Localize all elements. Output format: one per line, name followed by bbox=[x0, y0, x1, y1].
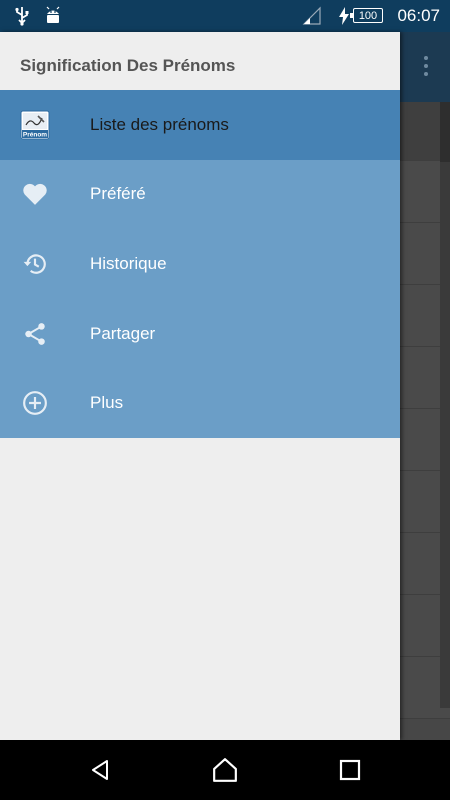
menu-item-partager[interactable]: Partager bbox=[0, 299, 400, 369]
heart-icon bbox=[20, 179, 50, 209]
menu-item-label: Liste des prénoms bbox=[90, 114, 229, 134]
menu-item-label: Historique bbox=[90, 253, 167, 273]
usb-icon bbox=[14, 0, 30, 32]
menu-item-historique[interactable]: Historique bbox=[0, 229, 400, 299]
drawer-header: Signification Des Prénoms bbox=[0, 32, 400, 90]
scrollbar[interactable] bbox=[440, 102, 450, 708]
menu-item-label: Partager bbox=[90, 323, 156, 343]
recent-apps-icon bbox=[339, 759, 361, 781]
navigation-bar bbox=[0, 740, 450, 800]
book-icon: Prénom bbox=[20, 110, 50, 140]
recent-apps-button[interactable] bbox=[335, 755, 365, 785]
navigation-drawer: Signification Des Prénoms Prénom Liste d… bbox=[0, 32, 400, 740]
share-icon bbox=[20, 319, 50, 349]
drawer-title: Signification Des Prénoms bbox=[20, 56, 236, 75]
drawer-menu: Prénom Liste des prénoms Préféré Histori… bbox=[0, 90, 400, 438]
menu-item-prefere[interactable]: Préféré bbox=[0, 160, 400, 230]
menu-item-liste-des-prenoms[interactable]: Prénom Liste des prénoms bbox=[0, 90, 400, 160]
home-button[interactable] bbox=[210, 755, 240, 785]
signal-icon bbox=[302, 0, 322, 32]
overflow-menu-icon[interactable] bbox=[424, 56, 428, 80]
back-button[interactable] bbox=[85, 755, 115, 785]
logo-text: Prénom bbox=[23, 131, 47, 138]
battery-indicator: 100 bbox=[350, 8, 383, 23]
status-time: 06:07 bbox=[397, 6, 440, 25]
history-icon bbox=[20, 249, 50, 279]
menu-item-label: Préféré bbox=[90, 184, 146, 204]
menu-item-label: Plus bbox=[90, 393, 124, 413]
status-bar: 100 06:07 bbox=[0, 0, 450, 32]
android-icon bbox=[44, 0, 62, 32]
menu-item-plus[interactable]: Plus bbox=[0, 368, 400, 438]
back-icon bbox=[92, 760, 108, 780]
charging-icon bbox=[338, 0, 350, 32]
app-toolbar bbox=[400, 32, 450, 102]
plus-circle-icon bbox=[20, 388, 50, 418]
home-icon bbox=[213, 758, 237, 782]
